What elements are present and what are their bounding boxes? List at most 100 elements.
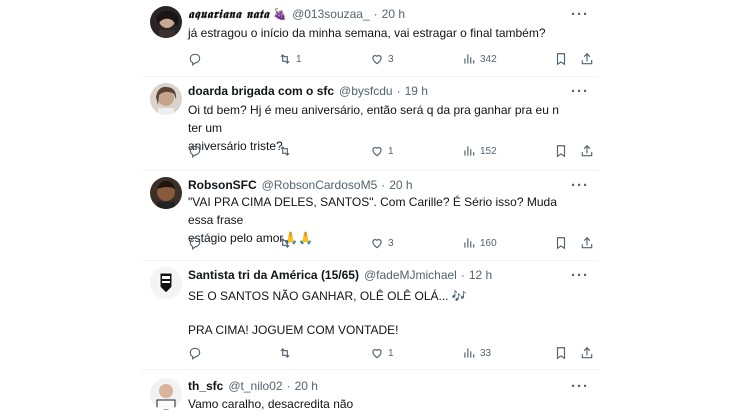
tweet-text-line: Oi td bem? Hj é meu aniversário, então s…	[188, 103, 559, 135]
more-icon[interactable]: ···	[568, 266, 592, 284]
tweet[interactable]: doarda brigada com o sfc @bysfcdu · 19 h…	[142, 77, 598, 171]
like-button[interactable]: 3	[370, 235, 394, 251]
display-name[interactable]: doarda brigada com o sfc	[188, 84, 334, 98]
handle[interactable]: @fadeMJmichael	[364, 268, 457, 282]
views-count: 160	[480, 237, 497, 249]
bookmark-button[interactable]	[554, 345, 572, 361]
views-button[interactable]: 33	[462, 345, 491, 361]
like-count: 1	[388, 347, 394, 359]
retweet-button[interactable]	[278, 143, 296, 159]
share-icon	[581, 346, 593, 359]
tweet[interactable]: 𝖆𝖖𝖚𝖆𝖗𝖎𝖆𝖓𝖆 𝖓𝖆𝖙𝖆 🍇 @013souzaa_ · 20 h ··· …	[142, 0, 598, 77]
tweet-text-line: PRA CIMA! JOGUEM COM VONTADE!	[188, 323, 399, 337]
retweet-icon	[280, 146, 290, 156]
action-bar: 1 33	[188, 345, 598, 361]
timestamp[interactable]: 20 h	[382, 7, 405, 21]
retweet-count: 1	[296, 53, 302, 65]
retweet-icon	[280, 238, 290, 248]
tweet-text: SE O SANTOS NÃO GANHAR, OLÊ OLÊ OLÁ... 🎶…	[188, 287, 574, 339]
tweet-text-line: Vamo caralho, desacredita não	[188, 397, 354, 411]
views-icon	[464, 146, 475, 156]
bookmark-icon	[556, 347, 566, 360]
retweet-button[interactable]	[278, 235, 296, 251]
handle[interactable]: @013souzaa_	[292, 7, 370, 21]
views-icon	[464, 54, 475, 64]
views-count: 152	[480, 145, 497, 157]
like-count: 3	[388, 237, 394, 249]
share-button[interactable]	[580, 345, 598, 361]
display-name[interactable]: RobsonSFC	[188, 178, 257, 192]
tweet-text-line: já estragou o início da minha semana, va…	[188, 26, 546, 40]
timestamp[interactable]: 12 h	[469, 268, 492, 282]
avatar[interactable]	[150, 83, 182, 115]
share-button[interactable]	[580, 235, 598, 251]
tweet-text-line: SE O SANTOS NÃO GANHAR, OLÊ OLÊ OLÁ... 🎶	[188, 289, 467, 303]
tweet-text-line: "VAI PRA CIMA DELES, SANTOS". Com Carill…	[188, 195, 557, 227]
bookmark-button[interactable]	[554, 51, 572, 67]
like-icon	[372, 239, 382, 249]
like-icon	[372, 147, 382, 157]
like-count: 1	[388, 145, 394, 157]
grape-emoji: 🍇	[273, 8, 288, 21]
timestamp[interactable]: 20 h	[389, 178, 412, 192]
views-button[interactable]: 160	[462, 235, 497, 251]
bookmark-button[interactable]	[554, 143, 572, 159]
share-icon	[581, 236, 593, 249]
more-icon[interactable]: ···	[568, 82, 592, 100]
tweet-text: já estragou o início da minha semana, va…	[188, 24, 574, 42]
retweet-button[interactable]: 1	[278, 51, 302, 67]
timestamp[interactable]: 19 h	[405, 84, 428, 98]
bookmark-button[interactable]	[554, 235, 572, 251]
separator: ·	[460, 268, 465, 282]
like-button[interactable]: 1	[370, 345, 394, 361]
tweet[interactable]: th_sfc @t_nilo02 · 20 h ··· Vamo caralho…	[142, 370, 598, 416]
avatar[interactable]	[150, 177, 182, 209]
views-count: 342	[480, 53, 497, 65]
share-icon	[581, 144, 593, 157]
like-icon	[372, 349, 382, 359]
separator: ·	[396, 84, 401, 98]
share-button[interactable]	[580, 51, 598, 67]
tweet-text-line	[188, 305, 574, 321]
views-button[interactable]: 152	[462, 143, 497, 159]
like-button[interactable]: 1	[370, 143, 394, 159]
display-name[interactable]: th_sfc	[188, 379, 223, 393]
views-icon	[464, 238, 475, 248]
like-icon	[372, 55, 382, 65]
views-button[interactable]: 342	[462, 51, 497, 67]
action-bar: 1 3 342	[188, 51, 598, 67]
views-count: 33	[480, 347, 492, 359]
bookmark-icon	[556, 237, 566, 250]
separator: ·	[381, 178, 386, 192]
share-button[interactable]	[580, 143, 598, 159]
action-bar: 3 160	[188, 235, 598, 251]
handle[interactable]: @t_nilo02	[228, 379, 282, 393]
more-icon[interactable]: ···	[568, 176, 592, 194]
timestamp[interactable]: 20 h	[295, 379, 318, 393]
like-button[interactable]: 3	[370, 51, 394, 67]
handle[interactable]: @bysfcdu	[339, 84, 393, 98]
more-icon[interactable]: ···	[568, 5, 592, 23]
avatar[interactable]	[150, 267, 182, 299]
separator: ·	[373, 7, 378, 21]
action-bar: 1 152	[188, 143, 598, 159]
tweet[interactable]: Santista tri da América (15/65) @fadeMJm…	[142, 261, 598, 370]
reply-button[interactable]	[188, 345, 206, 361]
separator: ·	[286, 379, 291, 393]
retweet-icon	[280, 348, 290, 358]
reply-icon	[189, 237, 201, 250]
retweet-button[interactable]	[278, 345, 296, 361]
bookmark-icon	[556, 145, 566, 158]
display-name[interactable]: Santista tri da América (15/65)	[188, 268, 359, 282]
reply-button[interactable]	[188, 51, 206, 67]
display-name[interactable]: 𝖆𝖖𝖚𝖆𝖗𝖎𝖆𝖓𝖆 𝖓𝖆𝖙𝖆	[188, 7, 269, 22]
like-count: 3	[388, 53, 394, 65]
reply-button[interactable]	[188, 143, 206, 159]
tweet[interactable]: RobsonSFC @RobsonCardosoM5 · 20 h ··· "V…	[142, 171, 598, 261]
handle[interactable]: @RobsonCardosoM5	[262, 178, 378, 192]
tweet-text: Vamo caralho, desacredita não	[188, 395, 574, 413]
avatar[interactable]	[150, 6, 182, 38]
reply-button[interactable]	[188, 235, 206, 251]
avatar[interactable]	[150, 378, 182, 410]
more-icon[interactable]: ···	[568, 377, 592, 395]
